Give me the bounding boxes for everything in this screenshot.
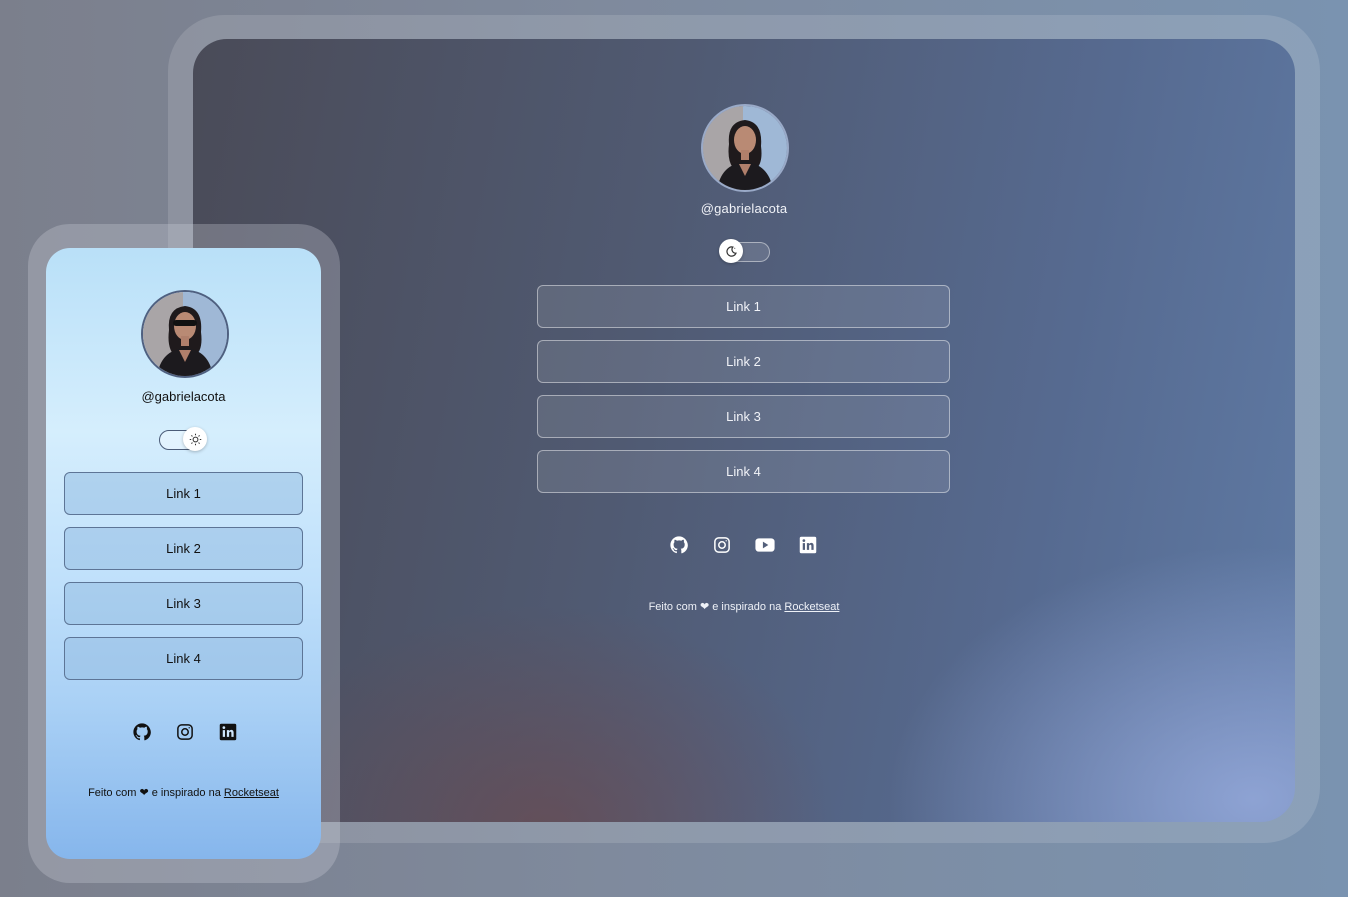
link-button[interactable]: Link 4 — [64, 637, 303, 680]
linkedin-icon[interactable] — [798, 535, 818, 555]
instagram-icon[interactable] — [175, 722, 195, 742]
mobile-screen: @gabrielacota Link 1 Link 2 Link 3 Link … — [46, 248, 321, 859]
youtube-icon[interactable] — [755, 535, 775, 555]
footer-prefix: Feito com — [648, 601, 697, 613]
username: @gabrielacota — [700, 201, 788, 216]
footer: Feito com ❤ e inspirado na Rocketseat — [193, 600, 1295, 613]
link-button[interactable]: Link 4 — [537, 450, 950, 493]
heart-icon: ❤ — [699, 601, 710, 613]
social-links — [669, 535, 818, 555]
linkedin-icon[interactable] — [218, 722, 238, 742]
link-button[interactable]: Link 3 — [537, 395, 950, 438]
moon-icon — [719, 239, 743, 263]
heart-icon: ❤ — [139, 787, 149, 799]
avatar — [141, 290, 229, 378]
github-icon[interactable] — [669, 535, 689, 555]
avatar — [701, 104, 789, 192]
social-links — [132, 722, 238, 742]
desktop-screen: @gabrielacota Link 1 Link 2 Link 3 Link … — [193, 39, 1295, 822]
instagram-icon[interactable] — [712, 535, 732, 555]
github-icon[interactable] — [132, 722, 152, 742]
footer-middle: e inspirado na — [151, 787, 221, 799]
link-button[interactable]: Link 3 — [64, 582, 303, 625]
rocketseat-link[interactable]: Rocketseat — [224, 787, 279, 799]
footer: Feito com ❤ e inspirado na Rocketseat — [46, 786, 321, 799]
link-button[interactable]: Link 2 — [537, 340, 950, 383]
sun-icon — [183, 427, 207, 451]
link-button[interactable]: Link 1 — [64, 472, 303, 515]
username: @gabrielacota — [141, 389, 226, 404]
theme-toggle[interactable] — [719, 239, 770, 263]
link-button[interactable]: Link 1 — [537, 285, 950, 328]
theme-toggle[interactable] — [159, 427, 207, 451]
footer-prefix: Feito com — [88, 787, 137, 799]
rocketseat-link[interactable]: Rocketseat — [784, 601, 839, 613]
link-button[interactable]: Link 2 — [64, 527, 303, 570]
footer-middle: e inspirado na — [712, 601, 782, 613]
